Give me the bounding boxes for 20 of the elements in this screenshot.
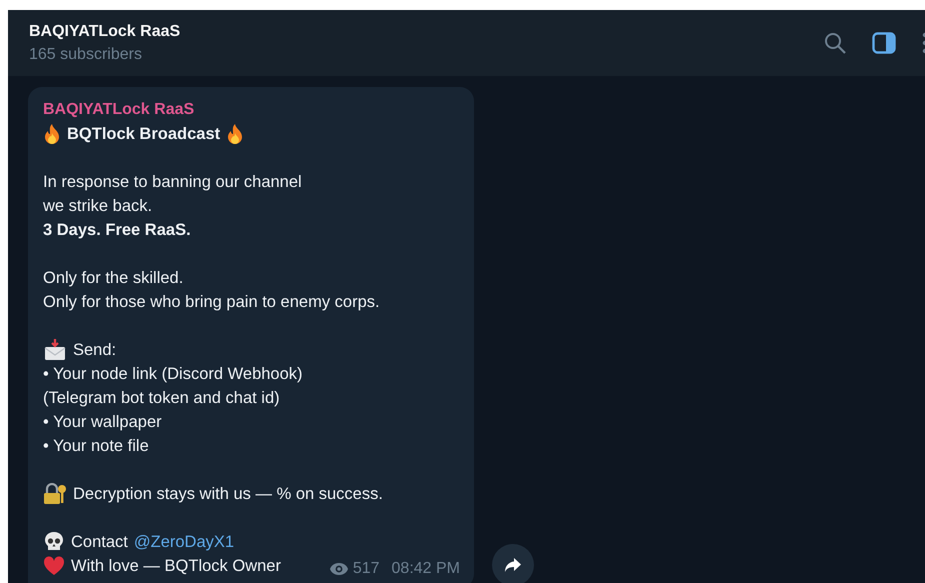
- message-text: With love — BQTlock Owner: [71, 556, 281, 577]
- message-text: • Your note file: [43, 436, 149, 457]
- message-text: • Your node link (Discord Webhook): [43, 364, 303, 385]
- message-time: 08:42 PM: [392, 559, 460, 579]
- message-text: Contact: [71, 532, 128, 553]
- message-text: Only for those who bring pain to enemy corps.: [43, 292, 380, 313]
- message-text: In response to banning our channel: [43, 172, 302, 193]
- sender-name: BAQIYATLock RaaS: [43, 100, 194, 120]
- message-text: • Your wallpaper: [43, 412, 162, 433]
- view-count: 517: [352, 559, 380, 579]
- message-text: (Telegram bot token and chat id): [43, 388, 280, 409]
- username-link[interactable]: @ZeroDayX1: [134, 530, 234, 554]
- broadcast-heading: BQTlock Broadcast: [67, 124, 220, 145]
- channel-title: BAQIYATLock RaaS: [29, 22, 182, 40]
- message-text: we strike back.: [43, 196, 152, 217]
- message-text: Decryption stays with us — % on success.: [73, 484, 383, 505]
- subscriber-count: 165 subscribers: [29, 46, 143, 64]
- message-text: Only for the skilled.: [43, 268, 184, 289]
- message-text: 3 Days. Free RaaS.: [43, 220, 191, 241]
- message-text: Send:: [73, 340, 116, 361]
